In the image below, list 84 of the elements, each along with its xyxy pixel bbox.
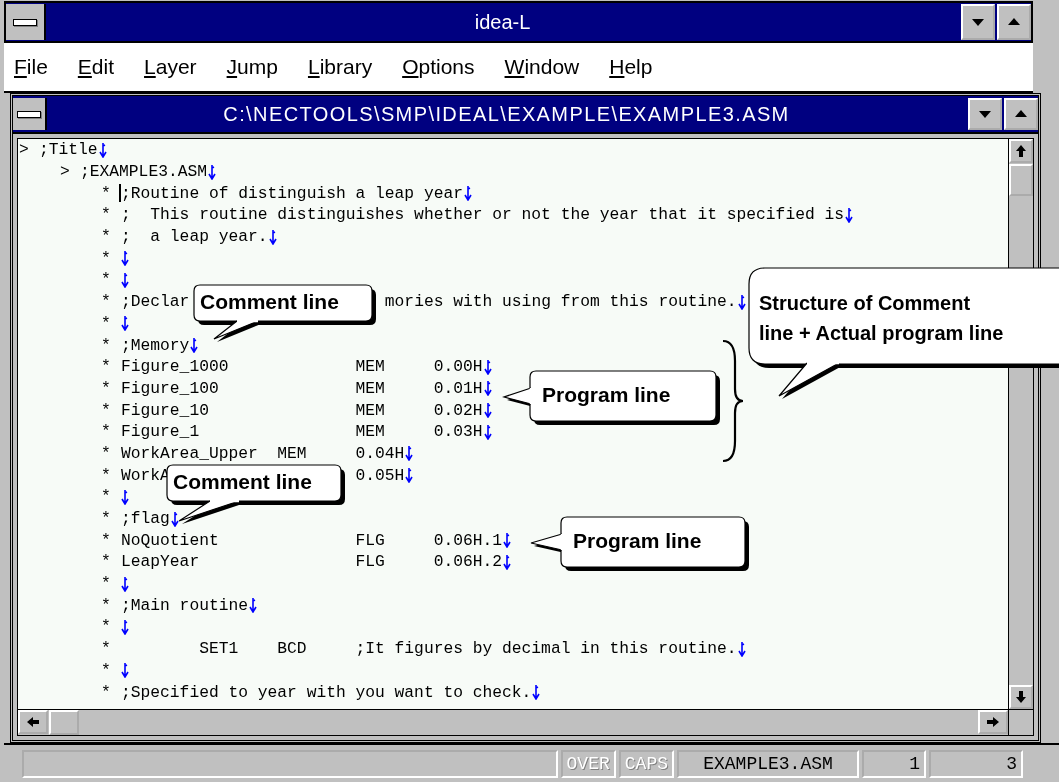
- menu-item[interactable]: File: [14, 55, 48, 79]
- menu-item[interactable]: Layer: [144, 55, 197, 79]
- down-triangle-icon: [978, 109, 992, 119]
- outline-marker: *: [101, 660, 111, 680]
- minimize-button[interactable]: [968, 98, 1002, 130]
- menu-item[interactable]: Options: [402, 55, 475, 79]
- maximize-button[interactable]: [997, 4, 1031, 40]
- down-arrow-icon: [1015, 690, 1027, 704]
- minimize-button[interactable]: [961, 4, 995, 40]
- code-text: Figure_1 MEM 0.03H: [121, 422, 483, 442]
- code-text: SET1 BCD ;It figures by decimal in this routine.: [198, 639, 737, 659]
- up-arrow-icon: [1015, 144, 1027, 158]
- code-text: Figure_100 MEM 0.01H: [121, 378, 483, 398]
- status-indicator: OVER: [560, 749, 616, 778]
- outline-marker: *: [101, 617, 111, 637]
- outline-marker: *: [101, 530, 111, 550]
- scroll-left-button[interactable]: [18, 710, 48, 734]
- maximize-button[interactable]: [1004, 98, 1038, 130]
- outline-marker: *: [101, 335, 111, 355]
- code-text: WorkArea_Upper MEM 0.04H: [121, 443, 405, 463]
- menu-item[interactable]: Jump: [226, 55, 278, 79]
- scroll-thumb[interactable]: [49, 710, 79, 735]
- scroll-down-button[interactable]: [1009, 685, 1033, 709]
- code-editor[interactable]: [18, 139, 1008, 709]
- outline-marker: *: [101, 227, 111, 247]
- horizontal-scrollbar[interactable]: [18, 710, 1008, 735]
- code-text: Figure_1000 MEM 0.00H: [121, 357, 483, 377]
- outline-marker: *: [101, 639, 111, 659]
- status-field: EXAMPLE3.ASM: [677, 749, 859, 778]
- outline-marker: *: [101, 292, 111, 312]
- scroll-up-button[interactable]: [1009, 139, 1033, 163]
- outline-marker: *: [101, 422, 111, 442]
- outline-marker: *: [101, 574, 111, 594]
- outline-marker: *: [101, 509, 111, 529]
- code-text: mories with using from this routine.: [384, 292, 737, 312]
- window-title: idea-L: [473, 10, 532, 34]
- left-arrow-icon: [26, 716, 40, 728]
- outline-marker: *: [101, 357, 111, 377]
- outline-marker: *: [101, 205, 111, 225]
- control-menu-button[interactable]: [13, 98, 47, 130]
- document-title: C:\NECTOOLS\SMP\IDEAL\EXAMPLE\EXAMPLE3.ASM: [222, 102, 791, 126]
- outline-marker: >: [60, 162, 70, 182]
- outline-marker: *: [101, 313, 111, 333]
- outline-marker: *: [101, 465, 111, 485]
- menu-item[interactable]: Help: [609, 55, 653, 79]
- outline-marker: *: [101, 682, 111, 702]
- outline-marker: *: [101, 487, 111, 507]
- code-text: ; This routine distinguishes whether or not the year that it specified is: [121, 205, 844, 225]
- outline-marker: *: [101, 552, 111, 572]
- status-field: 3: [929, 749, 1023, 778]
- menu-item[interactable]: Window: [504, 55, 580, 79]
- outline-marker: *: [101, 378, 111, 398]
- code-text: ;Memory: [121, 335, 190, 355]
- outline-marker: *: [101, 248, 111, 268]
- code-text: ;Main routine: [121, 595, 248, 615]
- code-text: NoQuotient FLG 0.06H.1: [121, 530, 503, 550]
- control-menu-button[interactable]: [6, 4, 46, 40]
- right-arrow-icon: [986, 716, 1000, 728]
- code-text: Figure_10 MEM 0.02H: [121, 400, 483, 420]
- menu-item[interactable]: Library: [307, 55, 373, 79]
- callout: Structure of Comment line + Actual program line: [747, 266, 1059, 400]
- outline-marker: *: [101, 183, 111, 203]
- outline-marker: >: [19, 140, 29, 160]
- up-triangle-icon: [1014, 109, 1028, 119]
- code-text: ;Specified to year with you want to check.: [121, 682, 532, 702]
- code-text: LeapYear FLG 0.06H.2: [121, 552, 503, 572]
- down-triangle-icon: [971, 17, 985, 27]
- status-field: 1: [862, 749, 926, 778]
- code-text: ;Declar: [121, 292, 190, 312]
- outline-marker: *: [101, 400, 111, 420]
- outline-marker: *: [101, 443, 111, 463]
- outline-marker: *: [101, 270, 111, 290]
- menu-item[interactable]: Edit: [77, 55, 115, 79]
- up-triangle-icon: [1007, 17, 1021, 27]
- status-indicator: CAPS: [618, 749, 674, 778]
- code-text: ;Title: [39, 140, 98, 160]
- code-text: 0.05H: [355, 465, 405, 485]
- callout: Program line: [529, 516, 751, 572]
- outline-marker: *: [101, 595, 111, 615]
- scroll-right-button[interactable]: [978, 710, 1008, 734]
- scroll-thumb[interactable]: [1009, 164, 1033, 196]
- code-text: ; a leap year.: [121, 227, 268, 247]
- code-text: ;EXAMPLE3.ASM: [80, 162, 207, 182]
- code-text: ;Routine of distinguish a leap year: [121, 183, 463, 203]
